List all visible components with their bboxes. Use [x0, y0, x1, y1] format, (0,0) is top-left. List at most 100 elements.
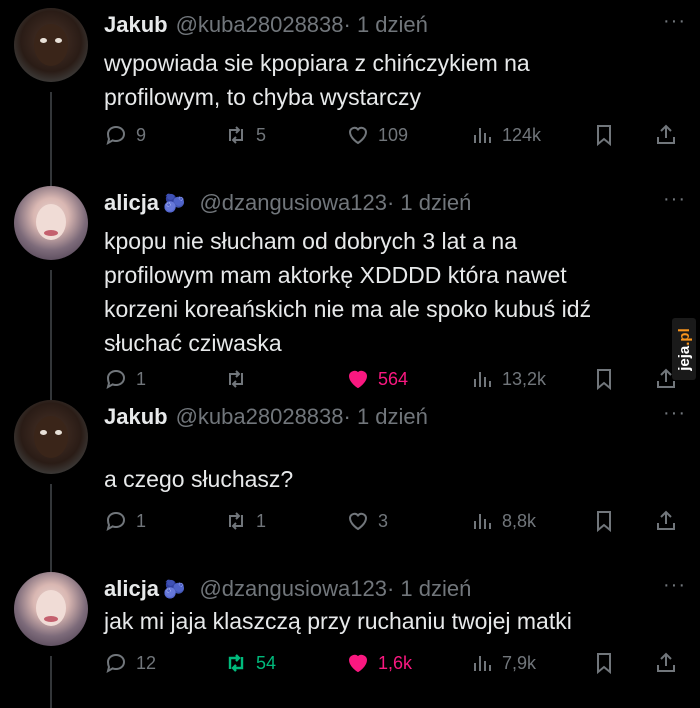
bookmark-button[interactable]	[592, 120, 624, 150]
tweet[interactable]: Jakub @kuba28028838 · 1 dzień ··· wypowi…	[0, 8, 700, 168]
tweet-text: wypowiada sie kpopiara z chińczykiem na …	[104, 46, 664, 114]
author-name[interactable]: alicja	[104, 576, 159, 602]
retweet-button[interactable]	[224, 364, 256, 394]
tweet-text-line: profilowym mam aktorkę XDDDD która nawet	[104, 262, 567, 288]
like-button[interactable]: 1,6k	[346, 648, 412, 678]
tweet-text-line: jak mi jaja klaszczą przy ruchaniu twoje…	[104, 608, 572, 634]
reply-count: 9	[136, 124, 147, 145]
bookmark-button[interactable]	[592, 648, 624, 678]
tweet-text: kpopu nie słucham od dobrych 3 lat a na …	[104, 224, 664, 360]
tweet-text-line: wypowiada sie kpopiara z chińczykiem na	[104, 50, 530, 76]
retweet-icon	[228, 654, 244, 672]
view-count: 8,8k	[502, 510, 537, 531]
watermark-text: jeja	[675, 345, 693, 371]
reply-icon	[106, 653, 126, 673]
share-button[interactable]	[654, 648, 686, 678]
like-button[interactable]: 3	[346, 506, 388, 536]
reply-count: 1	[136, 510, 147, 531]
views-button[interactable]: 13,2k	[470, 364, 546, 394]
retweet-icon	[229, 370, 243, 388]
tweet-text-line: słuchać cziwaska	[104, 330, 282, 356]
avatar[interactable]	[14, 8, 88, 82]
retweet-button[interactable]: 1	[224, 506, 266, 536]
like-button[interactable]: 564	[346, 364, 408, 394]
like-button[interactable]: 109	[346, 120, 408, 150]
avatar[interactable]	[14, 186, 88, 260]
tweet-text: jak mi jaja klaszczą przy ruchaniu twoje…	[104, 604, 664, 638]
reply-icon	[106, 511, 126, 531]
views-button[interactable]: 8,8k	[470, 506, 536, 536]
reply-button[interactable]: 12	[104, 648, 156, 678]
tweet-text: a czego słuchasz?	[104, 462, 664, 496]
tweet[interactable]: Jakub @kuba28028838 · 1 dzień ··· a czeg…	[0, 400, 700, 560]
tweet[interactable]: alicja 🫐 @dzangusiowa123 · 1 dzień ··· k…	[0, 186, 700, 406]
author-name[interactable]: Jakub	[104, 12, 168, 38]
tweet-actions: 9 5 109 124k	[104, 120, 684, 150]
share-button[interactable]	[654, 120, 686, 150]
tweet-text-line: korzeni koreańskich nie ma ale spoko kub…	[104, 296, 592, 322]
heart-filled-icon	[348, 370, 368, 389]
bookmark-button[interactable]	[592, 506, 624, 536]
reply-icon	[106, 369, 126, 389]
views-icon	[474, 372, 491, 387]
reply-count: 12	[136, 652, 157, 673]
blueberry-icon: 🫐	[163, 192, 186, 213]
retweet-button[interactable]: 5	[224, 120, 266, 150]
avatar[interactable]	[14, 572, 88, 646]
author-handle[interactable]: @dzangusiowa123	[199, 190, 386, 216]
retweet-icon	[229, 126, 243, 144]
bookmark-icon	[597, 511, 611, 533]
retweet-count: 54	[256, 652, 277, 673]
view-count: 7,9k	[502, 652, 537, 673]
retweet-button[interactable]: 54	[224, 648, 276, 678]
blueberry-icon: 🫐	[163, 578, 186, 599]
heart-icon	[348, 512, 368, 531]
heart-icon	[348, 126, 368, 145]
like-count: 3	[378, 510, 389, 531]
tweet-header: Jakub @kuba28028838 · 1 dzień	[104, 8, 428, 42]
timestamp[interactable]: · 1 dzień	[344, 404, 428, 430]
views-icon	[474, 128, 491, 143]
bookmark-button[interactable]	[592, 364, 624, 394]
timestamp[interactable]: · 1 dzień	[344, 12, 428, 38]
views-button[interactable]: 124k	[470, 120, 541, 150]
author-name[interactable]: Jakub	[104, 404, 168, 430]
timestamp[interactable]: · 1 dzień	[387, 576, 471, 602]
tweet[interactable]: alicja 🫐 @dzangusiowa123 · 1 dzień ··· j…	[0, 572, 700, 708]
reply-button[interactable]: 1	[104, 506, 146, 536]
timestamp[interactable]: · 1 dzień	[387, 190, 471, 216]
reply-icon	[106, 125, 126, 145]
author-handle[interactable]: @kuba28028838	[176, 12, 344, 38]
author-handle[interactable]: @kuba28028838	[176, 404, 344, 430]
author-name[interactable]: alicja	[104, 190, 159, 216]
more-options-icon[interactable]: ···	[663, 10, 686, 33]
tweet-header: Jakub @kuba28028838 · 1 dzień	[104, 400, 428, 434]
tweet-header: alicja 🫐 @dzangusiowa123 · 1 dzień	[104, 186, 471, 220]
reply-button[interactable]: 9	[104, 120, 146, 150]
like-count: 1,6k	[378, 652, 413, 673]
more-options-icon[interactable]: ···	[663, 402, 686, 425]
more-options-icon[interactable]: ···	[663, 574, 686, 597]
heart-filled-icon	[348, 654, 368, 673]
retweet-count: 1	[256, 510, 267, 531]
views-icon	[474, 514, 491, 529]
author-handle[interactable]: @dzangusiowa123	[199, 576, 386, 602]
views-button[interactable]: 7,9k	[470, 648, 536, 678]
watermark-domain: .pl	[675, 327, 693, 346]
tweet-text-line: kpopu nie słucham od dobrych 3 lat a na	[104, 228, 517, 254]
reply-button[interactable]: 1	[104, 364, 146, 394]
avatar[interactable]	[14, 400, 88, 474]
share-icon	[657, 124, 675, 144]
tweet-header: alicja 🫐 @dzangusiowa123 · 1 dzień	[104, 572, 471, 606]
share-icon	[657, 652, 675, 672]
retweet-icon	[229, 512, 243, 530]
jeja-watermark: jeja.pl	[672, 318, 696, 380]
bookmark-icon	[597, 125, 611, 147]
tweet-text-line: profilowym, to chyba wystarczy	[104, 84, 421, 110]
share-button[interactable]	[654, 506, 686, 536]
tweet-actions: 12 54 1,6k 7,9k	[104, 648, 684, 678]
views-icon	[474, 656, 491, 671]
more-options-icon[interactable]: ···	[663, 188, 686, 211]
like-count: 109	[378, 124, 409, 145]
bookmark-icon	[597, 369, 611, 391]
